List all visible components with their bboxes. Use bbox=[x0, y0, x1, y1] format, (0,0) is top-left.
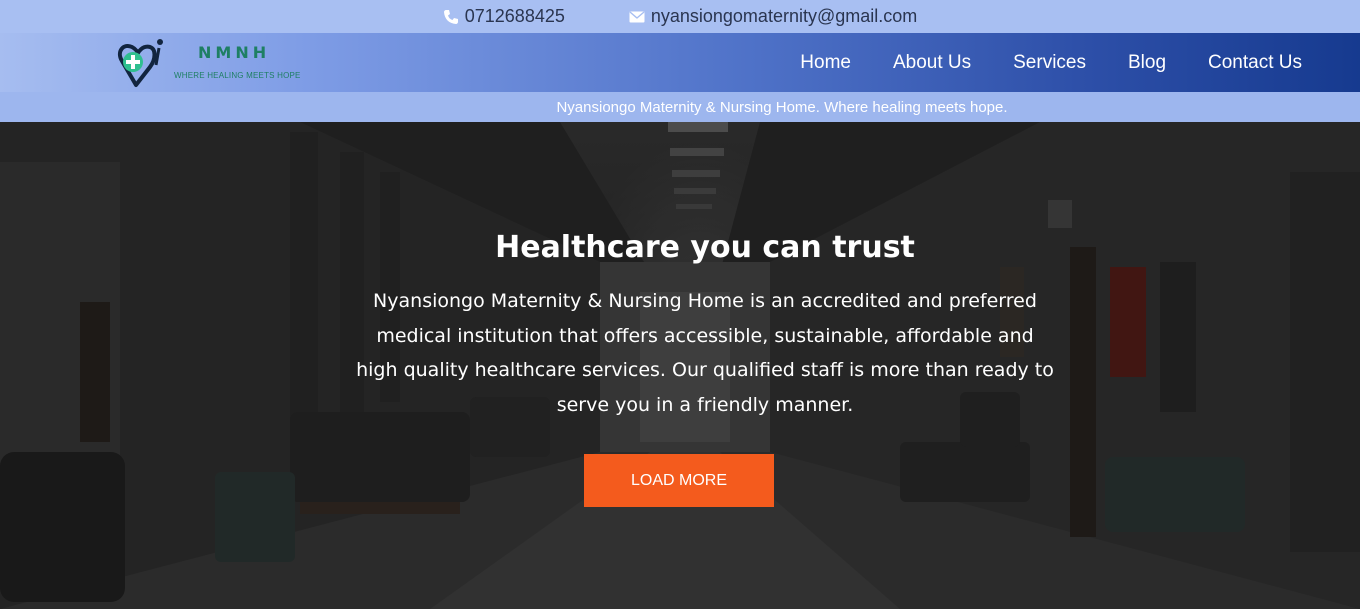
site-logo[interactable]: NMNH WHERE HEALING MEETS HOPE bbox=[114, 35, 304, 89]
nav-services[interactable]: Services bbox=[1013, 52, 1086, 74]
nav-home[interactable]: Home bbox=[800, 52, 851, 74]
envelope-icon bbox=[629, 10, 645, 23]
nav-contact-us[interactable]: Contact Us bbox=[1208, 52, 1302, 74]
nav-about-us[interactable]: About Us bbox=[893, 52, 971, 74]
nav-links: Home About Us Services Blog Contact Us bbox=[800, 33, 1302, 92]
hero-content: Healthcare you can trust Nyansiongo Mate… bbox=[0, 122, 1360, 609]
logo-tagline: WHERE HEALING MEETS HOPE bbox=[174, 71, 301, 80]
hero-description: Nyansiongo Maternity & Nursing Home is a… bbox=[356, 290, 1054, 416]
nav-blog[interactable]: Blog bbox=[1128, 52, 1166, 74]
phone-contact[interactable]: 0712688425 bbox=[443, 6, 565, 27]
heart-medical-cross-logo bbox=[117, 39, 163, 87]
contact-bar: 0712688425 nyansiongomaternity@gmail.com bbox=[0, 0, 1360, 33]
hero-title: Healthcare you can trust bbox=[495, 230, 915, 265]
phone-number: 0712688425 bbox=[464, 6, 565, 26]
hero-section: Healthcare you can trust Nyansiongo Mate… bbox=[0, 122, 1360, 609]
load-more-button[interactable]: LOAD MORE bbox=[584, 454, 774, 507]
tagline-banner: Nyansiongo Maternity & Nursing Home. Whe… bbox=[0, 92, 1360, 122]
email-address: nyansiongomaternity@gmail.com bbox=[650, 6, 918, 26]
phone-icon bbox=[443, 9, 459, 25]
logo-title: NMNH bbox=[198, 43, 271, 62]
tagline-text: Nyansiongo Maternity & Nursing Home. Whe… bbox=[556, 98, 1008, 116]
email-contact[interactable]: nyansiongomaternity@gmail.com bbox=[629, 6, 917, 27]
main-navbar: NMNH WHERE HEALING MEETS HOPE Home About… bbox=[0, 33, 1360, 92]
